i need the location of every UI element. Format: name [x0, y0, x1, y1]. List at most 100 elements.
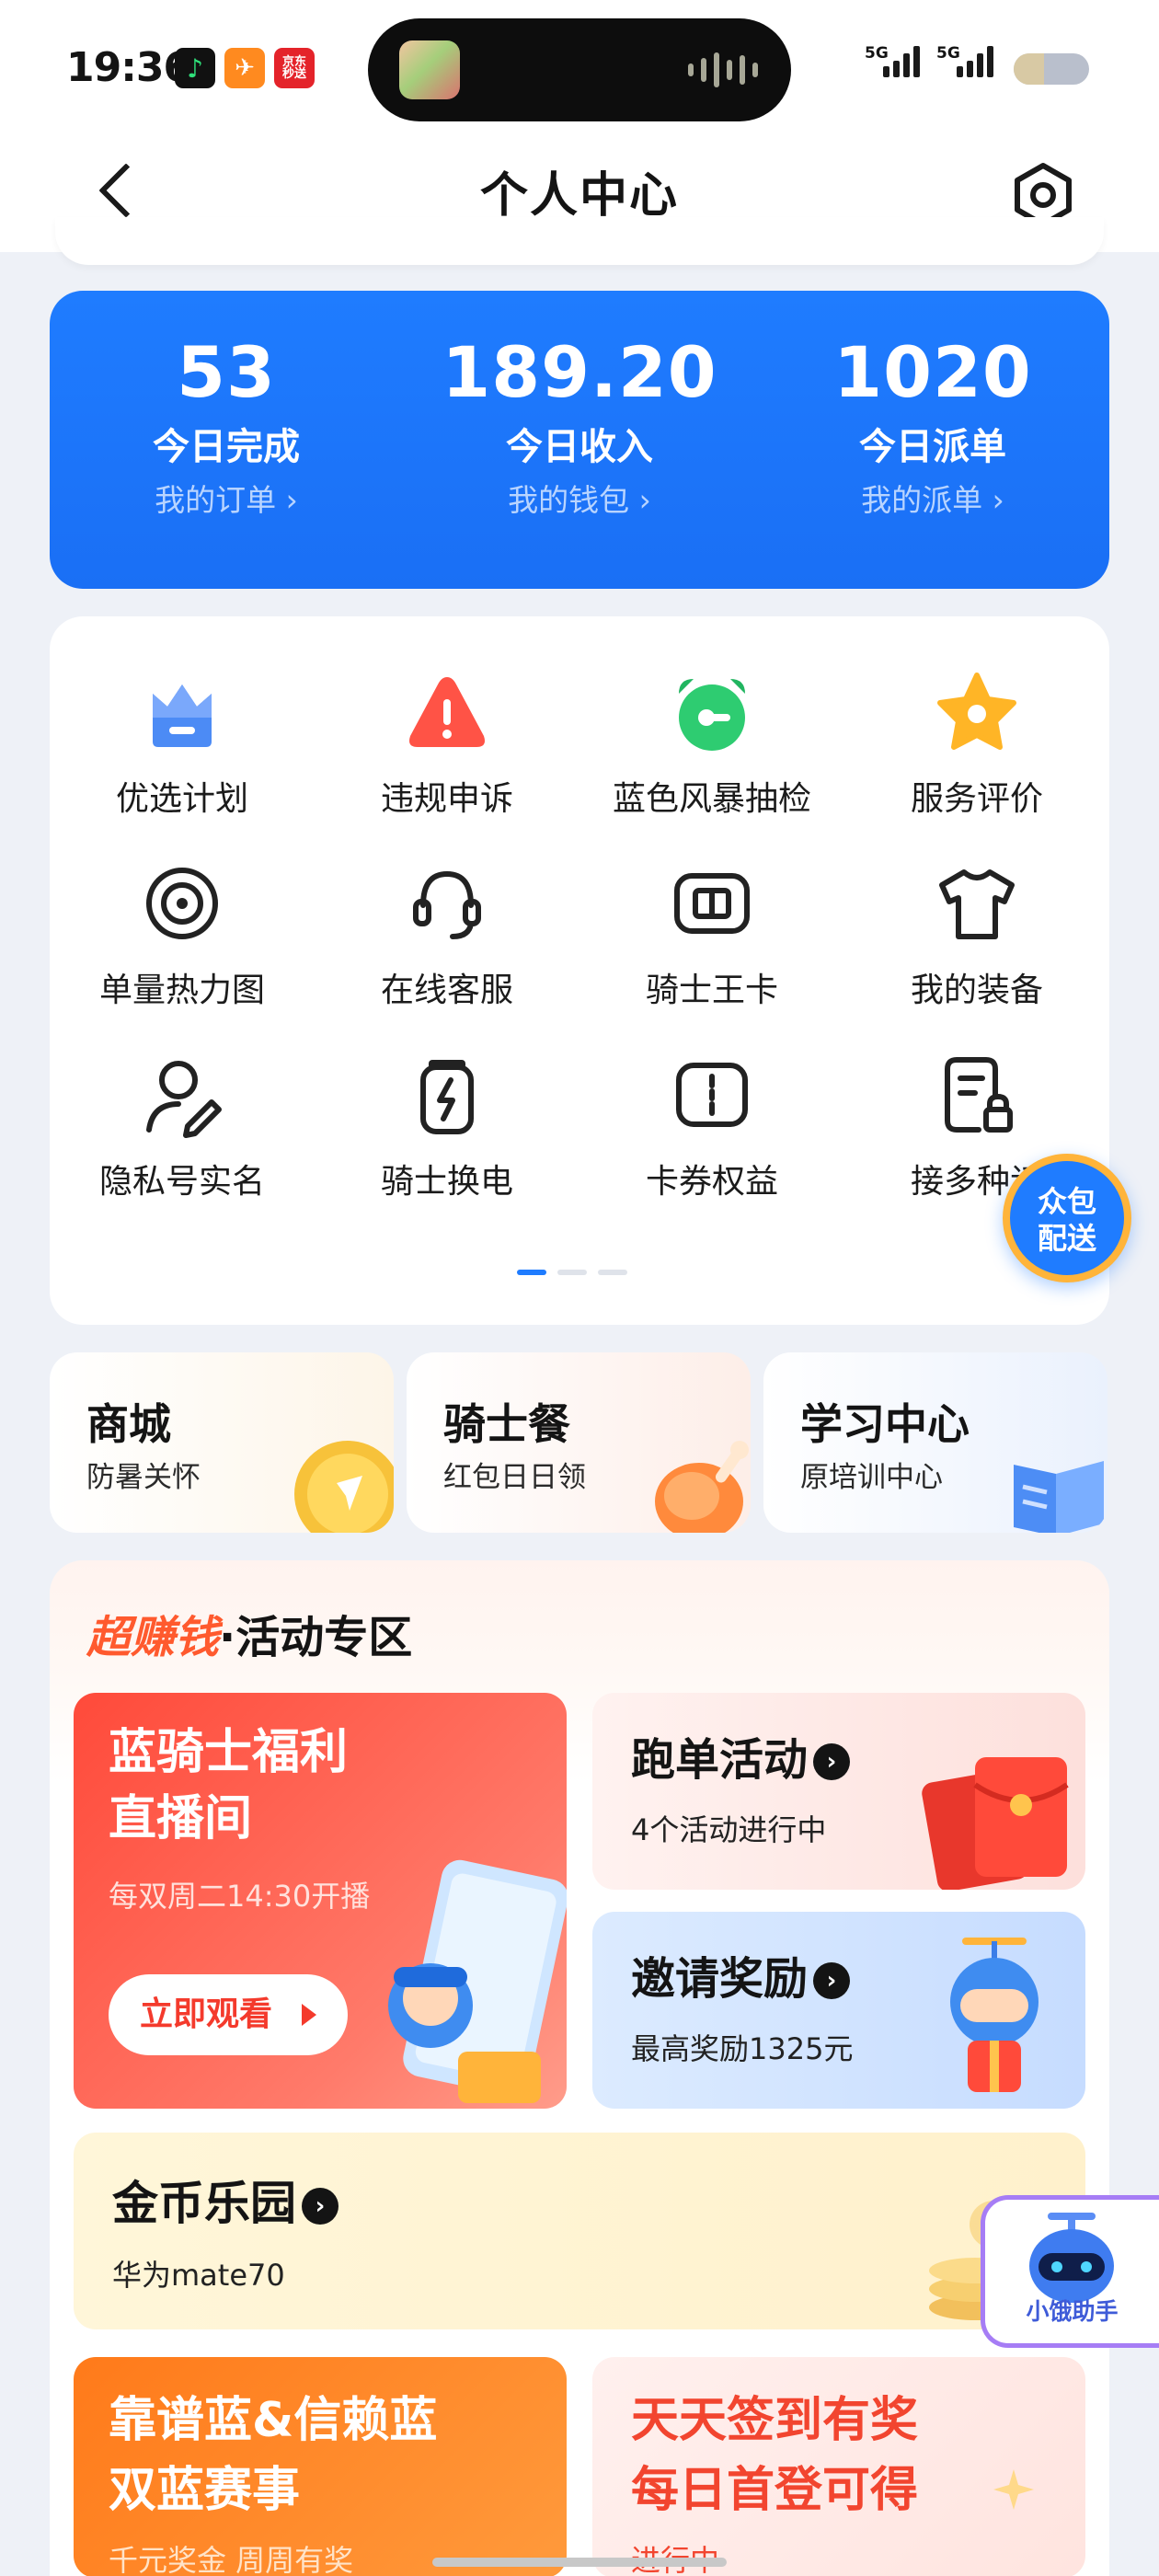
service-label: 违规申诉 [380, 780, 513, 818]
services-grid: 优选计划 违规申诉 蓝色风暴抽检 服务评价 单量热力图 在线客服 骑士王卡 我的… [50, 666, 1109, 1207]
service-support[interactable]: 在线客服 [315, 857, 580, 1016]
checkin-title-line2: 每日首登可得 [631, 2463, 919, 2518]
arrow-right-icon: › [813, 1962, 851, 1999]
run-activity-subtitle: 4个活动进行中 [631, 1812, 827, 1847]
learning-center-card[interactable]: 学习中心 原培训中心 [763, 1352, 1107, 1533]
music-app-icon: ♪ [175, 48, 215, 88]
service-label: 在线客服 [380, 972, 513, 1009]
audio-wave-icon [688, 52, 758, 88]
jd-app-icon: 京东 秒送 [274, 48, 315, 88]
crowdsource-delivery-float-button[interactable]: 众包 配送 [1003, 1154, 1131, 1282]
stat-income[interactable]: 189.20 今日收入 我的钱包 › [403, 291, 756, 589]
float-zhongbao-label: 众包 配送 [1037, 1184, 1096, 1256]
mall-card[interactable]: 商城 防暑关怀 [50, 1352, 394, 1533]
stat-completed[interactable]: 53 今日完成 我的订单 › [50, 291, 403, 589]
page-dot [557, 1270, 587, 1275]
arrow-right-icon: › [813, 1743, 851, 1780]
live-stream-panel[interactable]: 蓝骑士福利 直播间 每双周二14:30开播 立即观看 [74, 1693, 567, 2109]
coin-park-subtitle: 华为mate70 [112, 2258, 285, 2293]
warning-icon [409, 677, 485, 747]
invite-reward-title: 邀请奖励 › [631, 1949, 851, 2009]
star-icon [937, 673, 1016, 750]
stat-value: 1020 [833, 331, 1032, 413]
coin-park-title-text: 金币乐园 [112, 2177, 296, 2230]
card-subtitle: 原培训中心 [800, 1461, 943, 1494]
book-icon [1014, 1461, 1104, 1533]
double-blue-contest-panel[interactable]: 靠谱蓝&信赖蓝 双蓝赛事 千元奖金 周周有奖 [74, 2357, 567, 2576]
previous-card-edge [55, 217, 1104, 265]
status-time: 19:36 [66, 44, 191, 91]
service-label: 隐私号实名 [98, 1163, 265, 1201]
live-subtitle: 每双周二14:30开播 [109, 1879, 371, 1914]
home-indicator[interactable] [432, 2558, 727, 2567]
stat-value: 53 [177, 331, 276, 413]
my-dispatch-link[interactable]: 我的派单 › [756, 482, 1109, 519]
chicken-leg-icon [655, 1441, 749, 1533]
service-label: 蓝色风暴抽检 [612, 780, 811, 818]
coupon-icon [676, 1063, 748, 1127]
contest-title-line2: 双蓝赛事 [109, 2463, 301, 2518]
contest-title-line1: 靠谱蓝&信赖蓝 [109, 2393, 438, 2448]
watch-now-label: 立即观看 [140, 1995, 273, 2033]
card-title: 商城 [86, 1399, 171, 1449]
service-bluestorm[interactable]: 蓝色风暴抽检 [580, 666, 844, 824]
coin-park-title: 金币乐园 › [112, 2173, 339, 2234]
dynamic-island[interactable] [368, 18, 791, 121]
signal-2-icon [957, 46, 993, 77]
zone-title-highlight: 超赚钱 [86, 1612, 220, 1663]
sparkle-icon [993, 2469, 1034, 2510]
service-label: 卡券权益 [645, 1163, 778, 1201]
page-dot [598, 1270, 627, 1275]
services-card: 优选计划 违规申诉 蓝色风暴抽检 服务评价 单量热力图 在线客服 骑士王卡 我的… [50, 616, 1109, 1325]
page-dot-active [517, 1270, 546, 1275]
stat-label: 今日完成 [153, 426, 300, 468]
service-rating[interactable]: 服务评价 [844, 666, 1109, 824]
daily-checkin-panel[interactable]: 天天签到有奖 每日首登可得 进行中 [592, 2357, 1085, 2576]
run-activity-panel[interactable]: 跑单活动 › 4个活动进行中 [592, 1693, 1085, 1890]
battery-level [1014, 53, 1044, 85]
stat-label: 今日派单 [859, 426, 1006, 468]
zone-title: 超赚钱·活动专区 [86, 1601, 412, 1665]
crown-icon [153, 684, 212, 747]
watch-now-button[interactable]: 立即观看 [109, 1974, 348, 2055]
service-appeal[interactable]: 违规申诉 [315, 666, 580, 824]
service-coupons[interactable]: 卡券权益 [580, 1049, 844, 1207]
my-orders-link[interactable]: 我的订单 › [50, 482, 403, 519]
coin-park-panel[interactable]: 金币乐园 › 华为mate70 [74, 2133, 1085, 2329]
service-label: 优选计划 [115, 780, 248, 818]
stat-value: 189.20 [442, 331, 717, 413]
zone-title-rest: ·活动专区 [219, 1612, 413, 1663]
headset-icon [413, 870, 481, 939]
service-label: 骑士换电 [380, 1163, 513, 1201]
today-stats-card: 53 今日完成 我的订单 › 189.20 今日收入 我的钱包 › 1020 今… [50, 291, 1109, 589]
run-activity-title: 跑单活动 › [631, 1730, 851, 1790]
user-edit-icon [146, 1061, 222, 1138]
service-label: 骑士王卡 [645, 972, 778, 1009]
rider-mascot-gift-icon [950, 1938, 1039, 2092]
stat-dispatched[interactable]: 1020 今日派单 我的派单 › [756, 291, 1109, 589]
invite-reward-panel[interactable]: 邀请奖励 › 最高奖励1325元 [592, 1912, 1085, 2109]
checkin-subtitle: 进行中 [631, 2537, 719, 2576]
battery-swap-icon [420, 1060, 474, 1134]
invite-reward-subtitle: 最高奖励1325元 [631, 2031, 854, 2066]
status-bar: 19:36 ♪ ✈ 京东 秒送 5G 5G [0, 0, 1159, 138]
page-title: 个人中心 [479, 168, 679, 224]
service-heatmap[interactable]: 单量热力图 [50, 857, 315, 1016]
sim-card-icon [674, 873, 750, 934]
robot-mascot-icon [1029, 2213, 1114, 2303]
live-title-line1: 蓝骑士福利 [109, 1725, 349, 1780]
rider-meal-card[interactable]: 骑士餐 红包日日领 [407, 1352, 751, 1533]
target-icon [146, 868, 218, 939]
my-wallet-link[interactable]: 我的钱包 › [403, 482, 756, 519]
service-battery-swap[interactable]: 骑士换电 [315, 1049, 580, 1207]
service-youxuan[interactable]: 优选计划 [50, 666, 315, 824]
invite-reward-title-text: 邀请奖励 [631, 1953, 809, 2005]
service-equipment[interactable]: 我的装备 [844, 857, 1109, 1016]
live-title-line2: 直播间 [109, 1791, 253, 1846]
service-privacy[interactable]: 隐私号实名 [50, 1049, 315, 1207]
service-label: 单量热力图 [98, 972, 265, 1009]
service-kingcard[interactable]: 骑士王卡 [580, 857, 844, 1016]
xiaoe-assistant-float-button[interactable]: 小饿助手 [981, 2195, 1159, 2348]
card-title: 学习中心 [800, 1399, 970, 1449]
order-types-icon [945, 1057, 1013, 1133]
